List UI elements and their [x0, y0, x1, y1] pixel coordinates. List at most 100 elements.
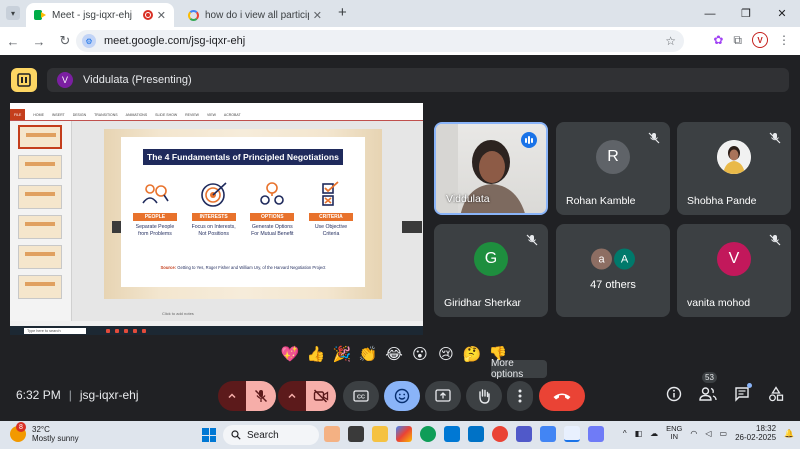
- meeting-info-separator: |: [68, 388, 72, 402]
- close-tab-icon[interactable]: ✕: [157, 9, 166, 22]
- task-view-icon[interactable]: [348, 426, 364, 442]
- people-button[interactable]: 53: [698, 372, 718, 405]
- windows-start-icon[interactable]: [202, 428, 216, 442]
- leave-call-button[interactable]: [539, 381, 585, 411]
- tab-search-icon[interactable]: ▾: [6, 6, 20, 20]
- profile-avatar[interactable]: V: [752, 32, 768, 48]
- close-tab-icon[interactable]: ✕: [313, 9, 322, 22]
- weather-text: 32°C Mostly sunny: [32, 425, 79, 443]
- more-vert-icon: [518, 389, 522, 403]
- region-code: IN: [670, 432, 679, 442]
- reaction-thumbs-up-icon[interactable]: 👍: [306, 345, 326, 365]
- tray-app-icon[interactable]: ◧: [635, 429, 643, 438]
- ppt-tab: TRANSITIONS: [94, 112, 118, 117]
- taskbar-app-icon[interactable]: [324, 426, 340, 442]
- tray-chevron-icon[interactable]: ^: [623, 429, 627, 438]
- notification-bell-icon[interactable]: 🔔: [784, 429, 794, 438]
- back-icon[interactable]: ←: [0, 34, 26, 49]
- reload-icon[interactable]: ↻: [52, 33, 78, 49]
- participant-tile-viddulata[interactable]: Viddulata: [434, 122, 548, 215]
- svg-text:CC: CC: [357, 395, 365, 401]
- copilot-icon[interactable]: [396, 426, 412, 442]
- participant-tile-others[interactable]: a A 47 others: [556, 224, 670, 317]
- pillar-description: Use Objective Criteria: [314, 224, 348, 237]
- participant-avatar: V: [717, 242, 751, 277]
- reactions-button[interactable]: [384, 381, 420, 411]
- meeting-info: 6:32 PM | jsg-iqxr-ehj: [16, 388, 139, 402]
- reaction-clap-icon[interactable]: 👏: [358, 345, 378, 365]
- minimize-icon[interactable]: —: [692, 0, 728, 27]
- volume-icon[interactable]: ◁: [705, 429, 711, 438]
- site-info-icon[interactable]: ⚙: [82, 34, 96, 48]
- camera-toggle-button[interactable]: [306, 381, 336, 411]
- participant-tile-rohan[interactable]: R Rohan Kamble: [556, 122, 670, 215]
- weather-widget[interactable]: 8 32°C Mostly sunny: [10, 422, 79, 443]
- browser-menu-icon[interactable]: ⋮: [778, 33, 790, 47]
- presentation-icon[interactable]: [11, 68, 37, 92]
- snipping-tool-icon[interactable]: [588, 426, 604, 442]
- participant-name: vanita mohod: [687, 297, 751, 309]
- chrome-active-icon[interactable]: [564, 426, 580, 442]
- extensions-puzzle-icon[interactable]: ⧉: [733, 33, 742, 48]
- extension-icon[interactable]: ✿: [713, 33, 723, 47]
- activities-button[interactable]: [766, 383, 786, 405]
- shared-screen[interactable]: FILE HOME INSERT DESIGN TRANSITIONS ANIM…: [10, 103, 423, 335]
- meeting-details-button[interactable]: [664, 383, 684, 405]
- reaction-surprised-icon[interactable]: 😮: [410, 345, 430, 365]
- teams-icon[interactable]: [516, 426, 532, 442]
- url-text[interactable]: meet.google.com/jsg-iqxr-ehj: [104, 35, 665, 47]
- ppt-tab: VIEW: [206, 112, 216, 117]
- tab-meet[interactable]: Meet - jsg-iqxr-ehj ✕: [26, 3, 174, 27]
- clock[interactable]: 18:32 26-02-2025: [735, 424, 776, 442]
- restore-icon[interactable]: ❐: [728, 0, 764, 27]
- google-favicon-icon: [188, 9, 199, 21]
- more-options-button[interactable]: [507, 381, 533, 411]
- presentation-glyph-icon: [17, 73, 31, 87]
- video-settings-chevron-icon[interactable]: [278, 381, 306, 411]
- battery-icon[interactable]: ▭: [720, 429, 728, 438]
- slide-thumbnails: [10, 121, 72, 321]
- slide-thumbnail: [18, 185, 62, 209]
- language-indicator[interactable]: ENG IN: [666, 424, 682, 442]
- ppt-tab: ACROBAT: [223, 112, 241, 117]
- pillar-label: CRITERIA: [308, 213, 353, 221]
- mic-toggle-button[interactable]: [246, 381, 276, 411]
- taskbar-apps: [324, 426, 604, 442]
- audio-settings-chevron-icon[interactable]: [218, 381, 246, 411]
- close-window-icon[interactable]: ✕: [764, 0, 800, 27]
- file-explorer-icon[interactable]: [372, 426, 388, 442]
- slide-thumbnail: [18, 275, 62, 299]
- reaction-heart-icon[interactable]: 💖: [280, 345, 300, 365]
- reaction-thinking-icon[interactable]: 🤔: [462, 345, 482, 365]
- participant-avatar: G: [474, 242, 508, 277]
- participant-tile-shobha[interactable]: Shobha Pande: [677, 122, 791, 215]
- present-screen-button[interactable]: [425, 381, 461, 411]
- outlook-icon[interactable]: [468, 426, 484, 442]
- new-tab-icon[interactable]: +: [338, 4, 347, 21]
- slide-thumbnail: [18, 155, 62, 179]
- forward-icon[interactable]: →: [26, 34, 52, 49]
- reaction-sad-icon[interactable]: 😢: [436, 345, 456, 365]
- participant-tile-vanita[interactable]: V vanita mohod: [677, 224, 791, 317]
- store-icon[interactable]: [444, 426, 460, 442]
- notes-hint: Click to add notes: [162, 311, 194, 316]
- chrome-icon[interactable]: [492, 426, 508, 442]
- slide-thumbnail: [18, 125, 62, 149]
- taskbar-search[interactable]: Search: [223, 425, 319, 445]
- presenter-bar: V Viddulata (Presenting): [47, 68, 789, 92]
- edge-icon[interactable]: [420, 426, 436, 442]
- ppt-tab: REVIEW: [185, 112, 199, 117]
- bookmark-star-icon[interactable]: ☆: [665, 34, 676, 48]
- participant-tile-giridhar[interactable]: G Giridhar Sherkar: [434, 224, 548, 317]
- photos-icon[interactable]: [540, 426, 556, 442]
- participant-avatar: A: [614, 248, 635, 270]
- captions-button[interactable]: CC: [343, 381, 379, 411]
- wifi-icon[interactable]: ◠: [690, 429, 697, 438]
- tab-search[interactable]: how do i view all participants vi ✕: [180, 3, 330, 27]
- raise-hand-button[interactable]: [466, 381, 502, 411]
- reaction-laugh-icon[interactable]: 😂: [384, 345, 404, 365]
- reaction-party-icon[interactable]: 🎉: [332, 345, 352, 365]
- chat-button[interactable]: [732, 383, 752, 405]
- onedrive-icon[interactable]: ☁: [650, 429, 658, 438]
- address-bar[interactable]: ⚙ meet.google.com/jsg-iqxr-ehj ☆: [76, 30, 684, 52]
